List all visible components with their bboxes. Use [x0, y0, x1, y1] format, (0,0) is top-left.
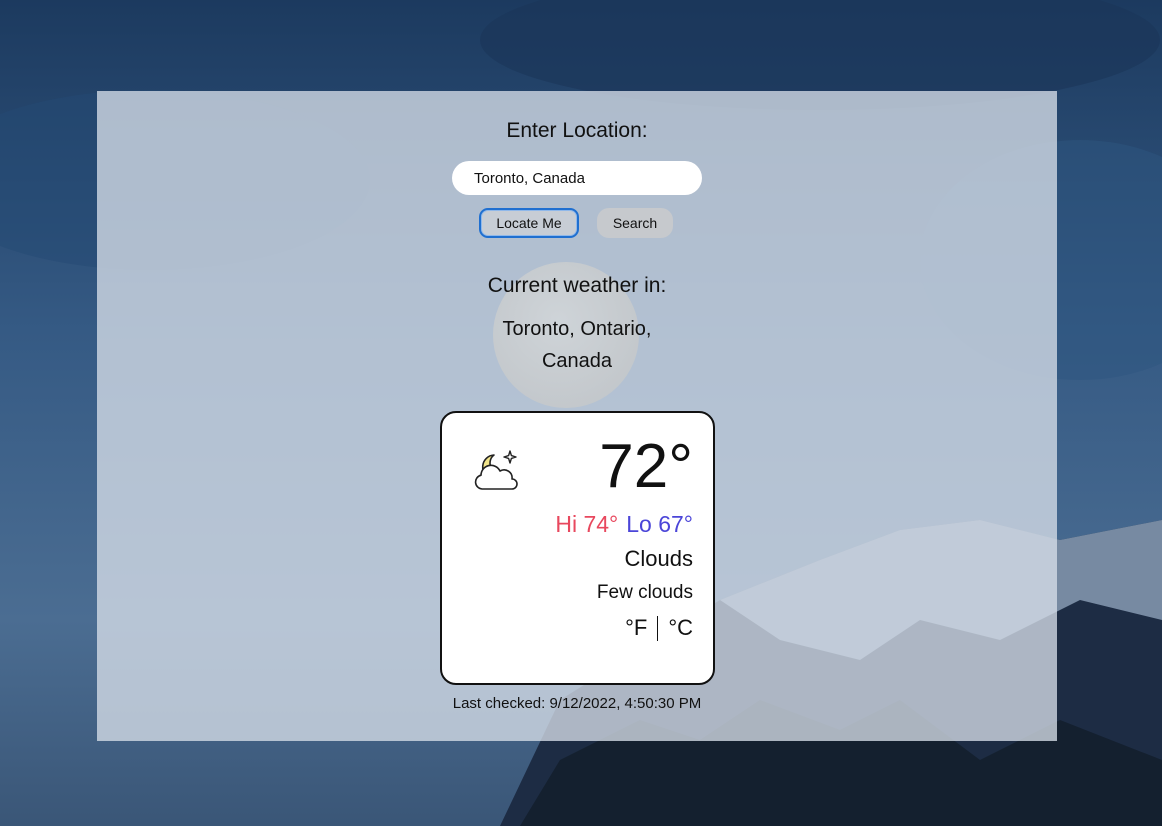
- current-temperature: 72°: [599, 432, 693, 501]
- fahrenheit-toggle[interactable]: °F: [625, 615, 647, 641]
- weather-card: 72° Hi 74° Lo 67° Clouds Few clouds °F °C: [440, 411, 715, 685]
- unit-divider: [657, 615, 659, 641]
- search-button[interactable]: Search: [597, 208, 673, 238]
- unit-toggle: °F °C: [625, 615, 693, 641]
- location-name: Toronto, Ontario, Canada: [502, 318, 652, 372]
- weather-condition: Clouds: [624, 546, 693, 571]
- cloud-moon-icon: [472, 447, 524, 493]
- celsius-toggle[interactable]: °C: [668, 615, 693, 641]
- location-prompt-label: Enter Location:: [506, 119, 648, 142]
- low-temperature: Lo 67°: [626, 511, 693, 537]
- current-weather-heading: Current weather in:: [487, 274, 667, 297]
- weather-description: Few clouds: [596, 582, 693, 603]
- location-search-input[interactable]: [452, 161, 702, 195]
- last-checked-timestamp: Last checked: 9/12/2022, 4:50:30 PM: [452, 695, 702, 712]
- locate-me-button[interactable]: Locate Me: [479, 208, 579, 238]
- hi-lo-temperatures: Hi 74° Lo 67°: [555, 511, 693, 538]
- high-temperature: Hi 74°: [555, 511, 619, 537]
- weather-app: Enter Location: Locate Me Search Current…: [97, 91, 1057, 741]
